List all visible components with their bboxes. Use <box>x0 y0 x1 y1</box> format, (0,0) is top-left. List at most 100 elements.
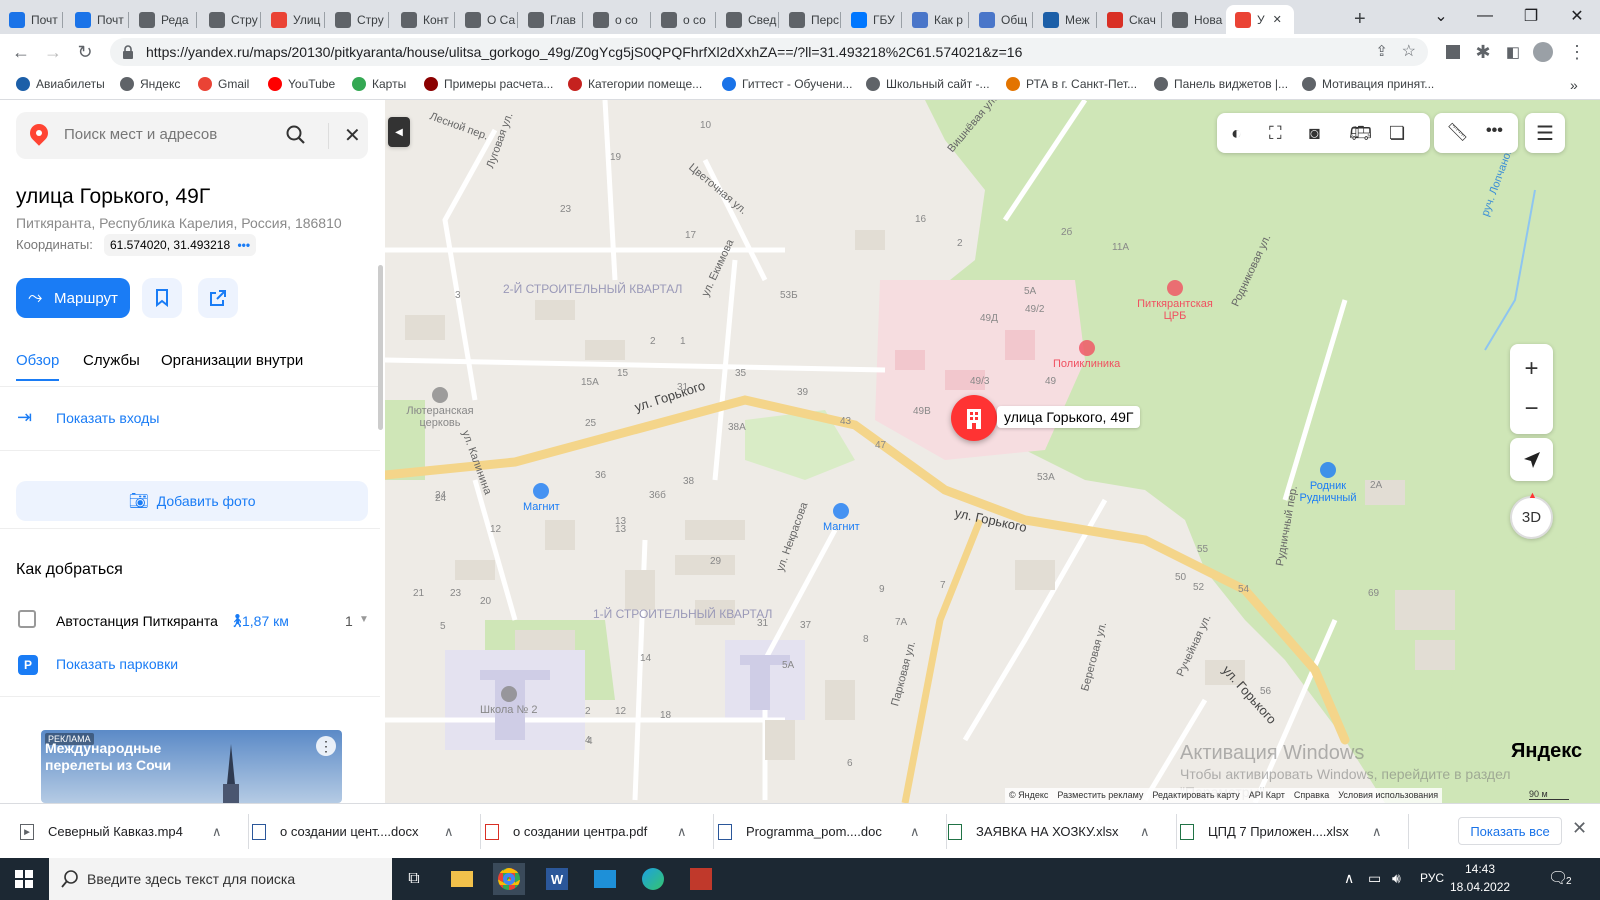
tab-6[interactable]: Конт <box>392 5 454 34</box>
more-icon[interactable]: ••• <box>1486 122 1503 140</box>
task-view-icon[interactable]: ⧉ <box>398 863 430 895</box>
minimize-icon[interactable]: — <box>1462 0 1508 32</box>
download-item[interactable]: ▶ Северный Кавказ.mp4 ∧ <box>20 804 235 859</box>
bookmark-item[interactable]: РТА в г. Санкт-Пет... <box>1006 77 1137 91</box>
edit-map-link[interactable]: Редактировать карту <box>1152 790 1239 801</box>
coords-value[interactable]: 61.574020, 31.493218 ••• <box>104 234 257 256</box>
tab-10[interactable]: о со <box>652 5 715 34</box>
download-item[interactable]: ЗАЯВКА НА ХОЗКУ.xlsx ∧ <box>948 804 1163 859</box>
chevron-up-icon[interactable]: ∧ <box>212 824 222 840</box>
hamburger-menu-icon[interactable]: ☰ <box>1525 113 1565 153</box>
transport-icon[interactable]: 🚌︎ <box>1349 123 1372 144</box>
poi-label[interactable]: Школа № 2 <box>480 686 537 716</box>
poi-label[interactable]: Магнит <box>823 503 860 533</box>
bookmark-item[interactable]: Мотивация принят... <box>1302 77 1434 91</box>
chevron-up-icon[interactable]: ∧ <box>910 824 920 840</box>
panel-scrollbar[interactable] <box>378 265 383 430</box>
extension-icon[interactable] <box>1438 37 1468 67</box>
api-link[interactable]: API Карт <box>1249 790 1285 801</box>
close-downloads-icon[interactable]: ✕ <box>1572 818 1587 839</box>
geolocation-button[interactable] <box>1510 438 1553 481</box>
show-parking-link[interactable]: Показать парковки <box>56 656 178 672</box>
tab-organizations[interactable]: Организации внутри <box>161 352 303 369</box>
tray-chevron-icon[interactable]: ∧ <box>1344 870 1354 887</box>
route-button[interactable]: ⤳ Маршрут <box>16 278 130 318</box>
tab-3[interactable]: Стру <box>200 5 260 34</box>
bookmark-item[interactable]: Яндекс <box>120 77 180 91</box>
chevron-up-icon[interactable]: ∧ <box>1372 824 1382 840</box>
show-entrances-link[interactable]: Показать входы <box>56 410 159 426</box>
search-icon[interactable] <box>286 125 306 145</box>
layers-icon[interactable]: ◐ <box>1231 123 1242 144</box>
ad-banner[interactable]: РЕКЛАМА Международные перелеты из Сочи ⋮ <box>41 730 342 803</box>
puzzle-icon[interactable]: ✱ <box>1468 37 1498 67</box>
chevron-down-icon[interactable]: ▼ <box>359 614 369 625</box>
tab-search-icon[interactable]: ⌄ <box>1418 0 1464 32</box>
download-item[interactable]: о создании центра.pdf ∧ <box>485 804 700 859</box>
bookmark-star-icon[interactable]: ☆ <box>1402 41 1416 61</box>
show-all-button[interactable]: Показать все <box>1458 817 1562 845</box>
sidepanel-icon[interactable]: ◧ <box>1498 37 1528 67</box>
share-button[interactable] <box>198 278 238 318</box>
volume-icon[interactable]: 🔊︎ <box>1392 870 1401 887</box>
terms-link[interactable]: Условия использования <box>1338 790 1438 801</box>
new-tab-button[interactable]: + <box>1348 5 1378 34</box>
poi-label[interactable]: Родник Рудничный <box>1283 462 1373 504</box>
zoom-out-button[interactable]: − <box>1524 389 1538 429</box>
panorama-icon[interactable]: ⛶ <box>1269 123 1282 144</box>
chevron-up-icon[interactable]: ∧ <box>677 824 687 840</box>
tab-17[interactable]: Скач <box>1098 5 1161 34</box>
taskbar-search[interactable]: Введите здесь текст для поиска <box>49 858 392 900</box>
search-box[interactable]: Поиск мест и адресов ✕ <box>16 112 368 159</box>
bookmark-item[interactable]: Школьный сайт -... <box>866 77 990 91</box>
more-bookmarks-icon[interactable]: » <box>1570 77 1578 93</box>
3d-button[interactable]: 3D <box>1510 496 1553 539</box>
app-icon[interactable] <box>685 863 717 895</box>
tab-7[interactable]: О Са <box>456 5 517 34</box>
bookmark-item[interactable]: Карты <box>352 77 406 91</box>
tab-16[interactable]: Меж <box>1034 5 1096 34</box>
bookmark-item[interactable]: Панель виджетов |... <box>1154 77 1288 91</box>
map-canvas[interactable]: ул. Горького ул. Горького ул. Горького Лесн… <box>385 100 1600 803</box>
word-icon[interactable]: W <box>541 863 573 895</box>
tab-overview[interactable]: Обзор <box>16 352 59 369</box>
camera-icon[interactable]: ◙ <box>1309 123 1320 144</box>
forward-icon[interactable]: → <box>38 37 68 67</box>
close-icon[interactable]: ✕ <box>344 123 361 148</box>
tab-services[interactable]: Службы <box>83 352 140 369</box>
maximize-icon[interactable]: ❐ <box>1508 0 1554 32</box>
download-item[interactable]: ЦПД 7 Приложен....xlsx ∧ <box>1180 804 1395 859</box>
bookmark-item[interactable]: Примеры расчета... <box>424 77 553 91</box>
ruler-icon[interactable]: 📏︎ <box>1446 122 1469 143</box>
tab-13[interactable]: ГБУ <box>842 5 901 34</box>
tab-14[interactable]: Как р <box>903 5 968 34</box>
address-bar[interactable]: https://yandex.ru/maps/20130/pitkyaranta… <box>110 38 1428 66</box>
bookmark-item[interactable]: Gmail <box>198 77 249 91</box>
bookmark-item[interactable]: YouTube <box>268 77 335 91</box>
zoom-in-button[interactable]: + <box>1524 349 1538 389</box>
bookmark-item[interactable]: Категории помеще... <box>568 77 702 91</box>
tab-11[interactable]: Свед <box>717 5 778 34</box>
share-icon[interactable]: ⇪ <box>1375 42 1388 60</box>
search-input[interactable]: Поиск мест и адресов <box>64 126 217 143</box>
tab-19[interactable]: У ✕ <box>1226 5 1294 34</box>
bookmark-item[interactable]: Авиабилеты <box>16 77 105 91</box>
mail-app-icon[interactable] <box>589 863 621 895</box>
poi-label[interactable]: Лютеранская церковь <box>395 387 485 429</box>
traffic-icon[interactable]: ❏ <box>1389 123 1405 144</box>
language-indicator[interactable]: РУС <box>1420 871 1444 885</box>
tab-2[interactable]: Реда <box>130 5 196 34</box>
tab-4[interactable]: Улиц <box>262 5 324 34</box>
file-explorer-icon[interactable] <box>446 863 478 895</box>
poi-label[interactable]: Питкярантская ЦРБ <box>1130 280 1220 322</box>
reload-icon[interactable]: ↻ <box>70 37 100 67</box>
poi-label[interactable]: Поликлиника <box>1053 340 1120 370</box>
clock-date[interactable]: 18.04.2022 <box>1450 880 1510 894</box>
location-marker[interactable] <box>951 395 997 441</box>
profile-icon[interactable] <box>1528 37 1558 67</box>
network-icon[interactable]: ▭ <box>1368 870 1381 887</box>
back-icon[interactable]: ← <box>6 37 36 67</box>
poi-label[interactable]: Магнит <box>523 483 560 513</box>
tab-8[interactable]: Глав <box>519 5 582 34</box>
station-name[interactable]: Автостанция Питкяранта <box>56 613 218 629</box>
